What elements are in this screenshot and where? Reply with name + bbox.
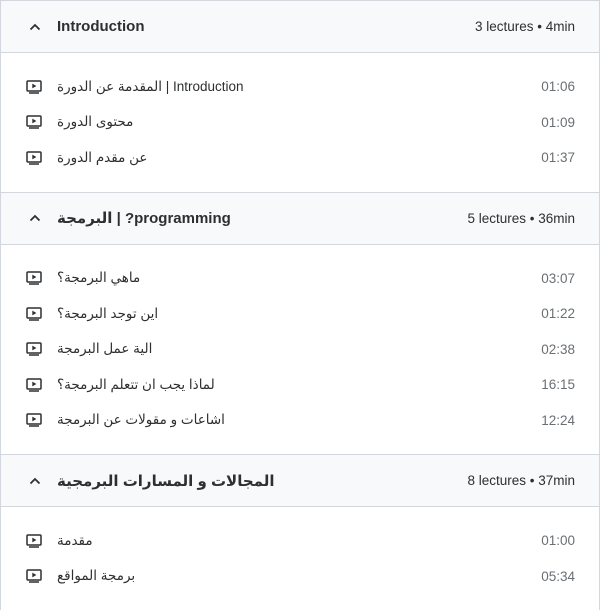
lecture-item[interactable]: لماذا يجب ان تتعلم البرمجة؟ 16:15 xyxy=(1,367,599,403)
lecture-title: المقدمة عن الدورة | Introduction xyxy=(57,78,244,94)
video-play-icon xyxy=(25,113,43,131)
video-play-icon xyxy=(25,78,43,96)
video-play-icon xyxy=(25,376,43,394)
lecture-title: ماهي البرمجة؟ xyxy=(57,270,141,286)
lecture-duration: 03:07 xyxy=(541,270,575,286)
lecture-title: عن مقدم الدورة xyxy=(57,149,148,165)
chevron-up-icon[interactable] xyxy=(25,208,45,228)
lecture-duration: 12:24 xyxy=(541,412,575,428)
lecture-duration: 01:22 xyxy=(541,306,575,322)
lecture-title: مقدمة xyxy=(57,532,93,548)
lecture-item[interactable]: محتوى الدورة 01:09 xyxy=(1,105,599,141)
section-title: المجالات و المسارات البرمجية xyxy=(57,472,275,490)
lecture-item[interactable]: عن مقدم الدورة 01:37 xyxy=(1,140,599,176)
video-play-icon xyxy=(25,532,43,550)
lecture-duration: 01:00 xyxy=(541,533,575,549)
video-play-icon xyxy=(25,149,43,167)
video-play-icon xyxy=(25,269,43,287)
video-play-icon xyxy=(25,305,43,323)
lecture-list: مقدمة 01:00 برمجة المواقع 05:34 xyxy=(1,507,599,610)
lecture-item[interactable]: برمجة المواقع 05:34 xyxy=(1,559,599,595)
section-meta: 5 lectures • 36min xyxy=(467,210,575,226)
section-title: البرمجة | ?programming xyxy=(57,210,231,227)
lecture-title: برمجة المواقع xyxy=(57,568,136,584)
chevron-up-icon[interactable] xyxy=(25,471,45,491)
lecture-duration: 16:15 xyxy=(541,377,575,393)
section-title: Introduction xyxy=(57,18,145,35)
lecture-duration: 01:06 xyxy=(541,79,575,95)
section-meta: 3 lectures • 4min xyxy=(474,19,575,34)
video-play-icon xyxy=(25,567,43,585)
lecture-duration: 01:37 xyxy=(541,150,575,166)
lecture-title: الية عمل البرمجة xyxy=(57,341,153,357)
section-header-introduction[interactable]: Introduction 3 lectures • 4min xyxy=(1,1,599,53)
lecture-duration: 01:09 xyxy=(541,114,575,130)
lecture-duration: 02:38 xyxy=(541,341,575,357)
section-header-programming[interactable]: البرمجة | ?programming 5 lectures • 36mi… xyxy=(1,192,599,245)
lecture-item[interactable]: مقدمة 01:00 xyxy=(1,523,599,559)
lecture-item[interactable]: ماهي البرمجة؟ 03:07 xyxy=(1,261,599,297)
video-play-icon xyxy=(25,411,43,429)
lecture-list: المقدمة عن الدورة | Introduction 01:06 م… xyxy=(1,53,599,193)
course-curriculum: Introduction 3 lectures • 4min المقدمة ع… xyxy=(0,0,600,610)
lecture-item[interactable]: اشاعات و مقولات عن البرمجة 12:24 xyxy=(1,403,599,439)
section-header-fields-and-paths[interactable]: المجالات و المسارات البرمجية 8 lectures … xyxy=(1,455,599,507)
lecture-item[interactable]: اين توجد البرمجة؟ 01:22 xyxy=(1,296,599,332)
section-meta: 8 lectures • 37min xyxy=(467,473,575,488)
lecture-title: لماذا يجب ان تتعلم البرمجة؟ xyxy=(57,376,215,392)
lecture-title: محتوى الدورة xyxy=(57,114,134,130)
chevron-up-icon[interactable] xyxy=(25,17,45,37)
lecture-item[interactable]: الية عمل البرمجة 02:38 xyxy=(1,332,599,368)
lecture-title: اين توجد البرمجة؟ xyxy=(57,305,159,321)
lecture-item[interactable]: المقدمة عن الدورة | Introduction 01:06 xyxy=(1,69,599,105)
video-play-icon xyxy=(25,340,43,358)
lecture-list: ماهي البرمجة؟ 03:07 اين توجد البرمجة؟ 01… xyxy=(1,245,599,455)
lecture-duration: 05:34 xyxy=(541,568,575,584)
lecture-title: اشاعات و مقولات عن البرمجة xyxy=(57,412,225,428)
